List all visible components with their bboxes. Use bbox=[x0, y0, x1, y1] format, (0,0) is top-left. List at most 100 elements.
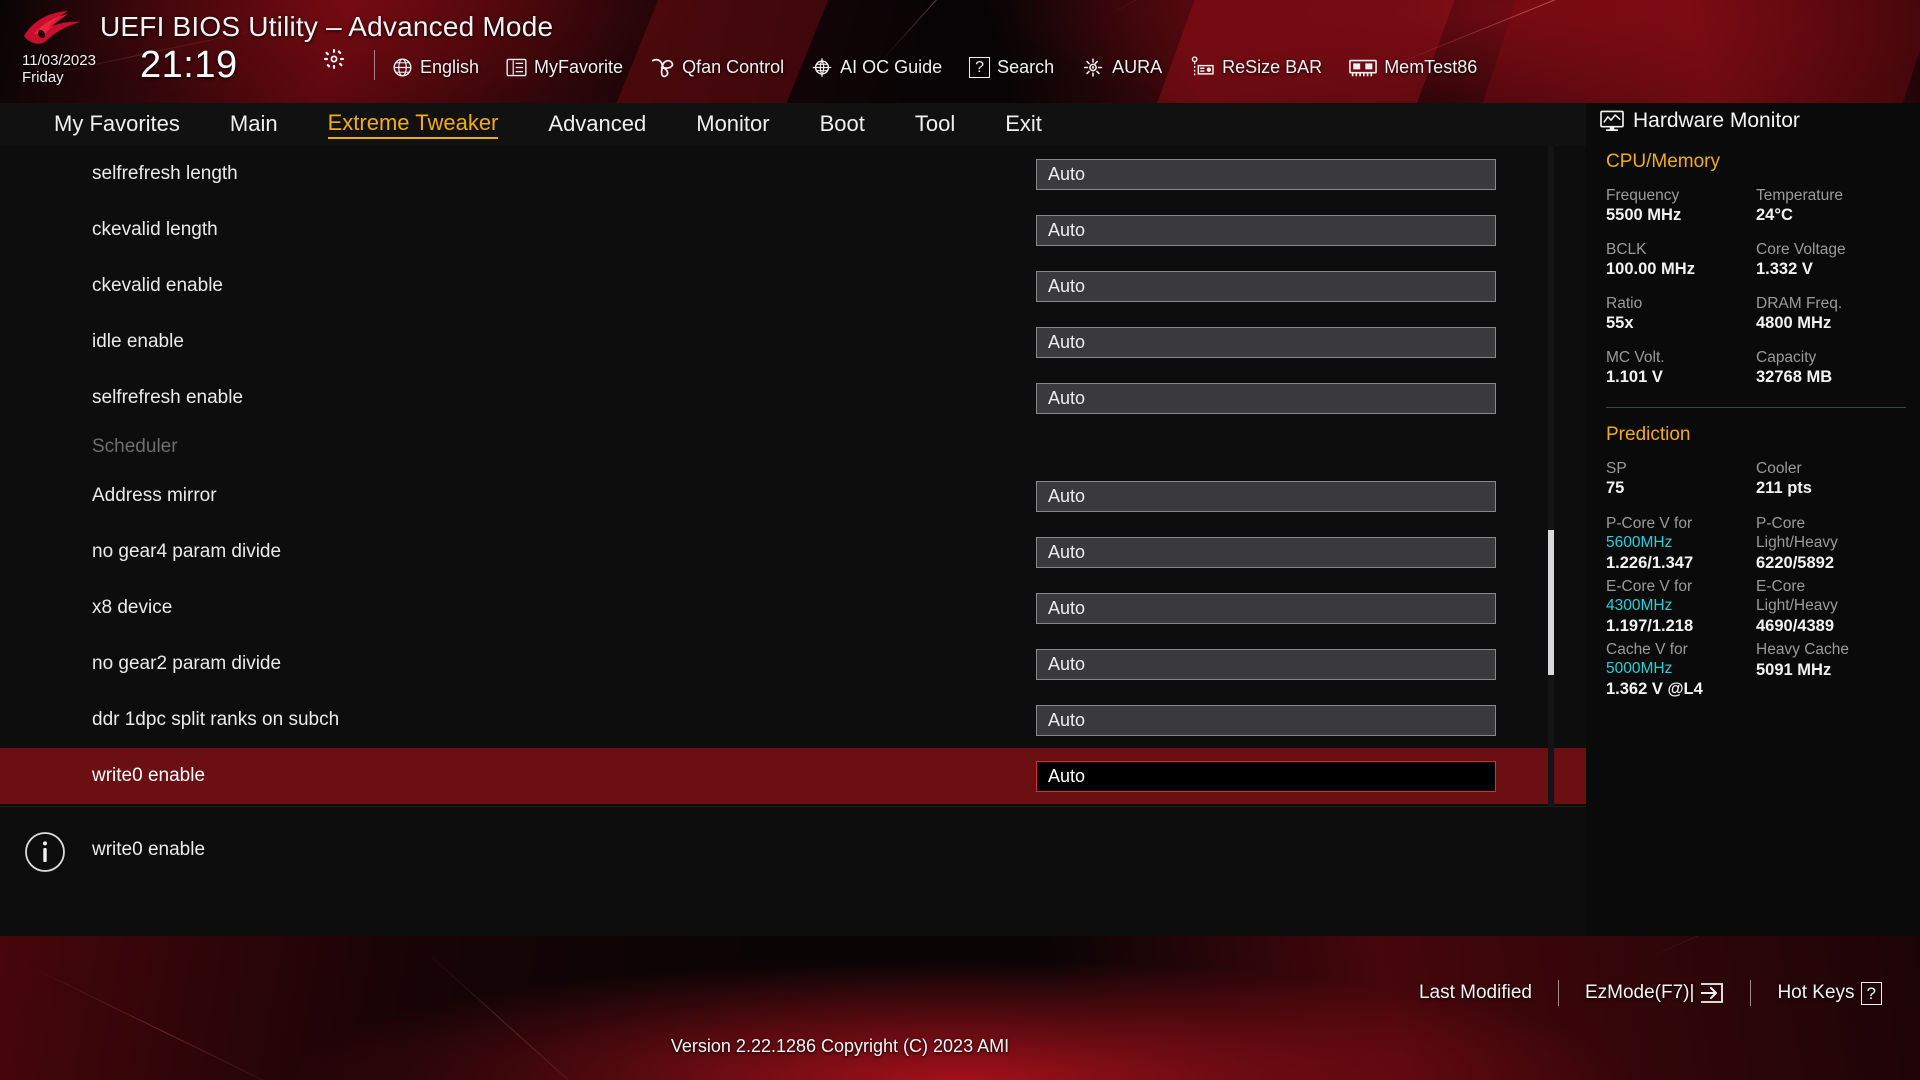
hm-section-cpu-memory: CPU/Memory bbox=[1606, 151, 1721, 172]
setting-label: ckevalid enable bbox=[92, 275, 223, 296]
hm-key: Heavy Cache bbox=[1756, 641, 1850, 658]
hm-value: 1.197/1.218 bbox=[1606, 617, 1694, 635]
settings-row[interactable]: ckevalid length Auto bbox=[0, 202, 1586, 258]
toolbar-item-qfan-control[interactable]: Qfan Control bbox=[650, 57, 797, 78]
setting-value-field[interactable]: Auto bbox=[1036, 648, 1496, 680]
gear-icon[interactable] bbox=[323, 48, 345, 70]
toolbar-item-english[interactable]: English bbox=[392, 57, 492, 78]
hm-key: SP bbox=[1606, 460, 1627, 477]
last-modified-button[interactable]: Last Modified bbox=[1419, 982, 1532, 1004]
hm-value: 4800 MHz bbox=[1756, 314, 1832, 332]
tab-my-favorites[interactable]: My Favorites bbox=[54, 111, 180, 139]
setting-value-field[interactable]: Auto bbox=[1036, 158, 1496, 190]
setting-value-field[interactable]: Auto bbox=[1036, 592, 1496, 624]
hm-key-freq: 5600MHz bbox=[1606, 534, 1673, 551]
tab-tool[interactable]: Tool bbox=[915, 111, 955, 139]
setting-value-field[interactable]: Auto bbox=[1036, 760, 1496, 792]
setting-value-field[interactable]: Auto bbox=[1036, 382, 1496, 414]
banner-wedge bbox=[1477, 0, 1920, 103]
weekday-value: Friday bbox=[22, 69, 64, 86]
settings-row[interactable]: selfrefresh length Auto bbox=[0, 146, 1586, 202]
hm-value: 5500 MHz bbox=[1606, 206, 1682, 224]
settings-row[interactable]: ddr 1dpc split ranks on subch Auto bbox=[0, 692, 1586, 748]
toolbar-item-aura[interactable]: AURA bbox=[1081, 57, 1175, 78]
help-info-panel: write0 enable bbox=[0, 806, 1586, 936]
footer-links: Last Modified EzMode(F7)| Hot Keys ? bbox=[1419, 980, 1882, 1006]
clock-display: 21:19 bbox=[140, 44, 238, 86]
hm-cell-ecore-light-heavy: E-Core Light/Heavy 4690/4389 bbox=[1756, 577, 1906, 639]
monitor-graph-icon bbox=[1600, 110, 1624, 131]
tab-extreme-tweaker[interactable]: Extreme Tweaker bbox=[327, 110, 499, 139]
ezmode-button[interactable]: EzMode(F7)| bbox=[1585, 982, 1724, 1004]
toolbar-item-memtest86[interactable]: MemTest86 bbox=[1349, 57, 1490, 78]
settings-row[interactable]: idle enable Auto bbox=[0, 314, 1586, 370]
hm-prediction-detail-grid: P-Core V for 5600MHz 1.226/1.347 P-Core L… bbox=[1606, 514, 1906, 703]
tab-main[interactable]: Main bbox=[230, 111, 278, 139]
tab-boot[interactable]: Boot bbox=[820, 111, 865, 139]
setting-value-field[interactable]: Auto bbox=[1036, 270, 1496, 302]
settings-row[interactable]: ckevalid enable Auto bbox=[0, 258, 1586, 314]
footer-bar: Last Modified EzMode(F7)| Hot Keys ? Ver… bbox=[0, 936, 1920, 1080]
toolbar-item-myfavorite[interactable]: MyFavorite bbox=[506, 57, 636, 78]
hm-cell-capacity: Capacity 32768 MB bbox=[1756, 349, 1906, 387]
hm-key: Frequency bbox=[1606, 187, 1680, 204]
toolbar-item-ai-oc-guide[interactable]: AI OC Guide bbox=[811, 57, 955, 78]
setting-value-field[interactable]: Auto bbox=[1036, 326, 1496, 358]
hm-cell-frequency: Frequency 5500 MHz bbox=[1606, 187, 1756, 225]
hot-keys-button[interactable]: Hot Keys ? bbox=[1777, 981, 1882, 1005]
setting-value-field[interactable]: Auto bbox=[1036, 214, 1496, 246]
hm-section-prediction: Prediction bbox=[1606, 424, 1691, 445]
toolbar-label: ReSize BAR bbox=[1222, 56, 1323, 77]
hardware-monitor-body: CPU/Memory Frequency 5500 MHz Temperatur… bbox=[1606, 151, 1906, 703]
hm-cell-cache-voltage: Cache V for 5000MHz 1.362 V @L4 bbox=[1606, 640, 1756, 702]
footer-divider bbox=[1750, 980, 1752, 1006]
footer-divider bbox=[1557, 980, 1559, 1006]
hm-cell-bclk: BCLK 100.00 MHz bbox=[1606, 241, 1756, 279]
exit-arrow-icon bbox=[1701, 983, 1724, 1003]
footer-streak bbox=[29, 966, 300, 1080]
hardware-monitor-panel: Hardware Monitor CPU/Memory Frequency 55… bbox=[1586, 103, 1920, 936]
last-modified-label: Last Modified bbox=[1418, 982, 1532, 1003]
settings-row[interactable]: selfrefresh enable Auto bbox=[0, 370, 1586, 426]
hm-value: 1.101 V bbox=[1606, 368, 1663, 386]
settings-row[interactable]: no gear2 param divide Auto bbox=[0, 636, 1586, 692]
hm-cell-dram-freq: DRAM Freq. 4800 MHz bbox=[1756, 295, 1906, 333]
toolbar-item-resize-bar[interactable]: ReSize BAR bbox=[1189, 56, 1335, 78]
hardware-monitor-title: Hardware Monitor bbox=[1600, 109, 1800, 133]
hm-cell-mc-volt: MC Volt. 1.101 V bbox=[1606, 349, 1756, 387]
hm-value: 100.00 MHz bbox=[1606, 260, 1695, 278]
toolbar-label: MemTest86 bbox=[1384, 56, 1478, 77]
toolbar-label: AI OC Guide bbox=[840, 56, 943, 77]
scrollbar-track[interactable] bbox=[1548, 146, 1554, 806]
hm-key: Cache V for 5000MHz bbox=[1606, 640, 1756, 678]
tab-monitor[interactable]: Monitor bbox=[696, 111, 769, 139]
setting-label: selfrefresh enable bbox=[92, 387, 244, 408]
hm-key-text: E-Core bbox=[1756, 578, 1806, 595]
toolbar-item-search[interactable]: ? Search bbox=[969, 56, 1067, 78]
hm-cpu-memory-grid: Frequency 5500 MHz Temperature 24°C BCLK… bbox=[1606, 187, 1906, 403]
tab-advanced[interactable]: Advanced bbox=[548, 111, 646, 139]
hm-key: Core Voltage bbox=[1756, 241, 1846, 258]
date-display: 11/03/2023 Friday bbox=[22, 52, 96, 86]
hm-value: 4690/4389 bbox=[1756, 617, 1834, 635]
header-toolbar: English MyFavorite Qfan Control AI OC Gu… bbox=[392, 52, 1504, 82]
scrollbar-thumb[interactable] bbox=[1548, 530, 1554, 675]
hm-value: 1.362 V @L4 bbox=[1606, 680, 1703, 698]
hm-value: 5091 MHz bbox=[1756, 661, 1832, 679]
settings-row[interactable]: no gear4 param divide Auto bbox=[0, 524, 1586, 580]
setting-label: ddr 1dpc split ranks on subch bbox=[92, 709, 340, 730]
tab-exit[interactable]: Exit bbox=[1005, 111, 1042, 139]
setting-value-field[interactable]: Auto bbox=[1036, 536, 1496, 568]
fan-icon bbox=[652, 58, 674, 77]
setting-value-field[interactable]: Auto bbox=[1036, 480, 1496, 512]
main-tab-bar: My Favorites Main Extreme Tweaker Advanc… bbox=[0, 103, 1586, 146]
settings-row[interactable]: Address mirror Auto bbox=[0, 468, 1586, 524]
header-divider bbox=[374, 50, 375, 80]
hm-value: 24°C bbox=[1756, 206, 1793, 224]
settings-row[interactable]: x8 device Auto bbox=[0, 580, 1586, 636]
setting-value-field[interactable]: Auto bbox=[1036, 704, 1496, 736]
footer-streak bbox=[1639, 936, 1915, 962]
hm-key-text2: Light/Heavy bbox=[1756, 534, 1838, 551]
settings-row-selected[interactable]: write0 enable Auto bbox=[0, 748, 1586, 804]
hm-value: 32768 MB bbox=[1756, 368, 1833, 386]
